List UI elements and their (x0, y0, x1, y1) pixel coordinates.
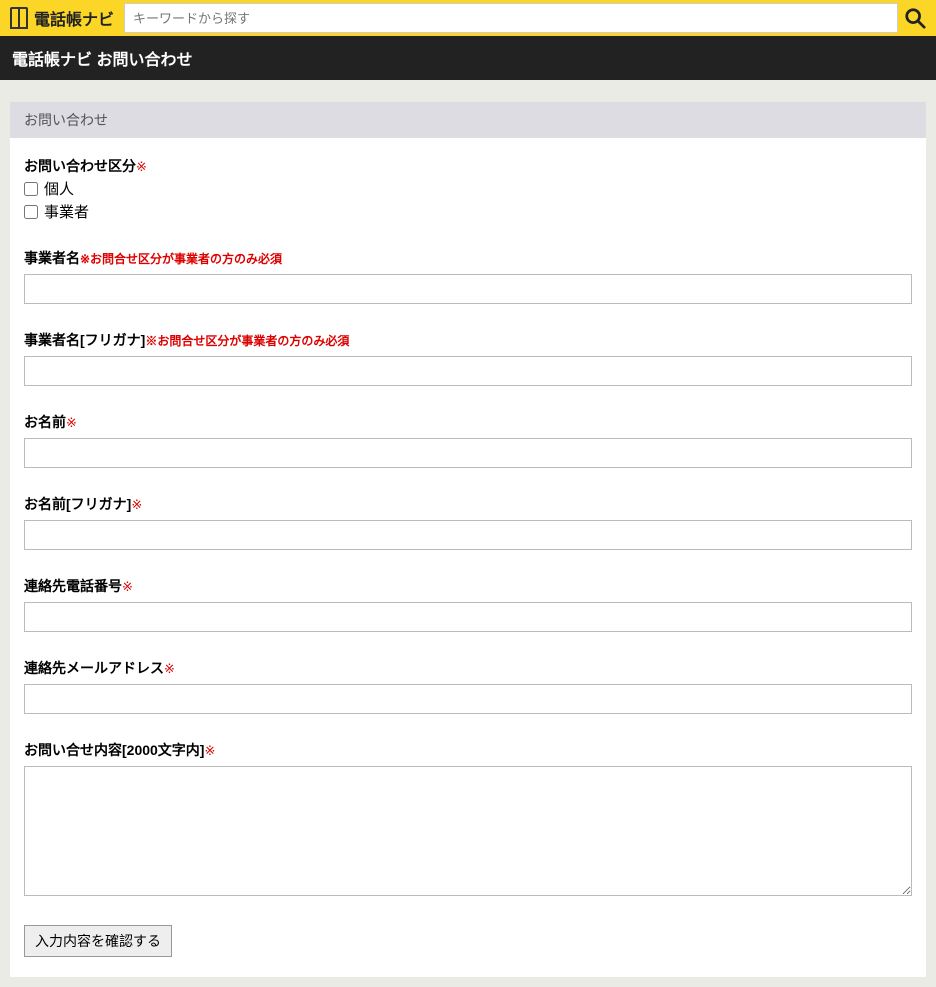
page-title: 電話帳ナビ お問い合わせ (0, 36, 936, 80)
company-name-label: 事業者名※お問合せ区分が事業者の方のみ必須 (24, 248, 912, 268)
email-input[interactable] (24, 684, 912, 714)
email-label: 連絡先メールアドレス※ (24, 658, 912, 678)
category-label: お問い合わせ区分※ (24, 156, 912, 176)
field-content: お問い合せ内容[2000文字内]※ (24, 740, 912, 899)
search-input[interactable] (124, 3, 898, 33)
book-icon (10, 7, 28, 29)
top-bar: 電話帳ナビ (0, 0, 936, 36)
field-company-name-kana: 事業者名[フリガナ]※お問合せ区分が事業者の方のみ必須 (24, 330, 912, 386)
search-form (124, 3, 936, 33)
field-company-name: 事業者名※お問合せ区分が事業者の方のみ必須 (24, 248, 912, 304)
field-email: 連絡先メールアドレス※ (24, 658, 912, 714)
company-name-input[interactable] (24, 274, 912, 304)
category-personal-checkbox[interactable] (24, 182, 38, 196)
section-header: お問い合わせ (10, 102, 926, 138)
name-input[interactable] (24, 438, 912, 468)
company-name-kana-label: 事業者名[フリガナ]※お問合せ区分が事業者の方のみ必須 (24, 330, 912, 350)
field-phone: 連絡先電話番号※ (24, 576, 912, 632)
field-name: お名前※ (24, 412, 912, 468)
content-wrap: お問い合わせ お問い合わせ区分※ 個人 事業者 事業者名※お問合せ区分が事業者の… (0, 80, 936, 987)
category-personal-label[interactable]: 個人 (44, 178, 74, 199)
field-category: お問い合わせ区分※ 個人 事業者 (24, 156, 912, 222)
name-label: お名前※ (24, 412, 912, 432)
site-logo[interactable]: 電話帳ナビ (0, 6, 124, 30)
company-name-kana-input[interactable] (24, 356, 912, 386)
search-button[interactable] (898, 3, 932, 33)
category-business-label[interactable]: 事業者 (44, 201, 89, 222)
phone-input[interactable] (24, 602, 912, 632)
content-label: お問い合せ内容[2000文字内]※ (24, 740, 912, 760)
search-icon (904, 7, 926, 29)
name-kana-input[interactable] (24, 520, 912, 550)
phone-label: 連絡先電話番号※ (24, 576, 912, 596)
content-textarea[interactable] (24, 766, 912, 896)
name-kana-label: お名前[フリガナ]※ (24, 494, 912, 514)
confirm-button[interactable]: 入力内容を確認する (24, 925, 172, 957)
contact-form: お問い合わせ区分※ 個人 事業者 事業者名※お問合せ区分が事業者の方のみ必須 事… (10, 138, 926, 977)
category-business-checkbox[interactable] (24, 205, 38, 219)
field-name-kana: お名前[フリガナ]※ (24, 494, 912, 550)
site-name: 電話帳ナビ (34, 6, 114, 30)
